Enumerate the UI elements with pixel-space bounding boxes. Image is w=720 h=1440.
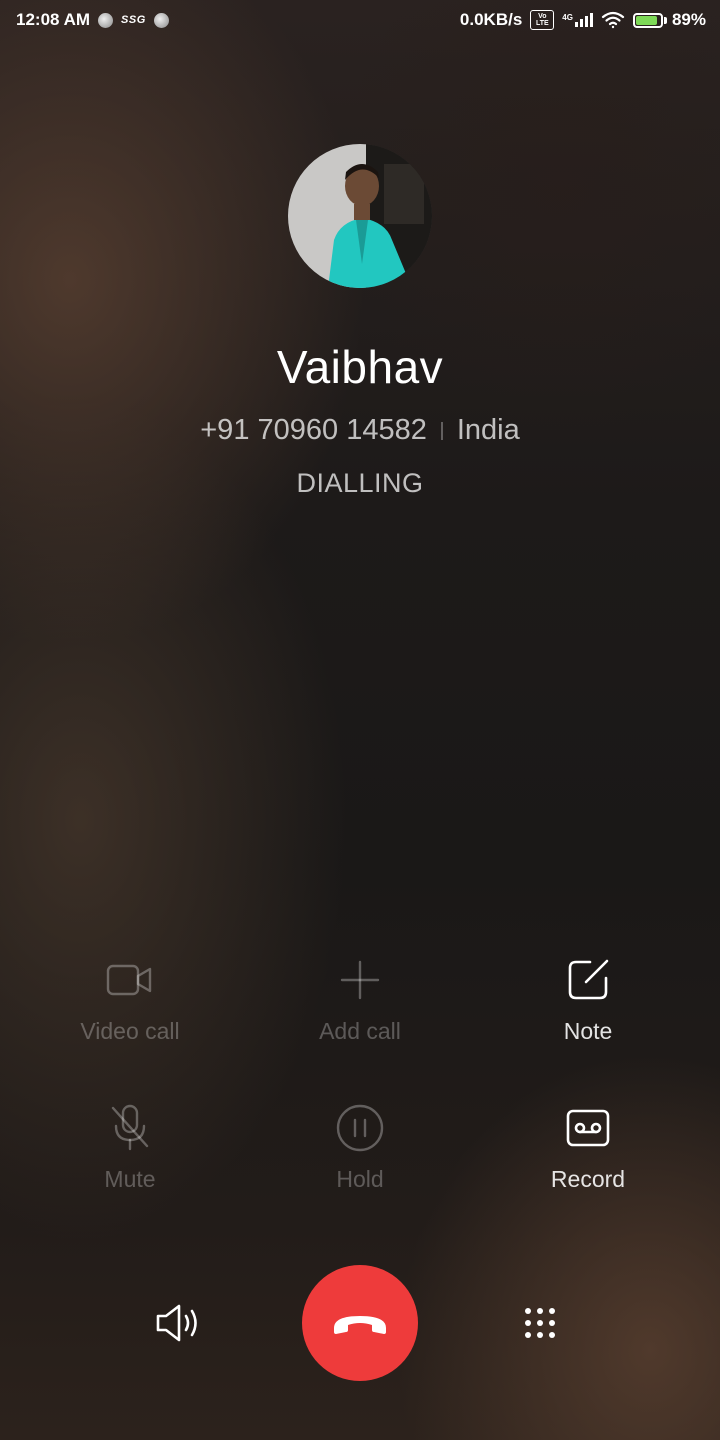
microphone-off-icon: [102, 1100, 158, 1156]
note-button[interactable]: Note: [488, 952, 688, 1045]
battery-percent: 89%: [671, 10, 706, 29]
mute-button[interactable]: Mute: [30, 1100, 230, 1193]
dialpad-icon: [522, 1305, 558, 1341]
caller-name: Vaibhav: [276, 341, 444, 393]
add-call-button[interactable]: Add call: [260, 952, 460, 1045]
battery-icon: [632, 12, 663, 28]
carrier-tag: SSG: [121, 14, 146, 26]
video-call-button[interactable]: Video call: [30, 952, 230, 1045]
mute-label: Mute: [104, 1166, 156, 1192]
record-button[interactable]: Record: [488, 1100, 688, 1193]
net-speed: 0.0KB/s: [459, 10, 523, 29]
status-bar: 12:08 AM SSG 0.0KB/s Vo LTE 4G 89%: [0, 0, 720, 40]
add-call-label: Add call: [319, 1018, 401, 1044]
tape-record-icon: [560, 1100, 616, 1156]
keypad-button[interactable]: [510, 1293, 570, 1353]
avatar-photo: [288, 144, 432, 288]
call-status: DIALLING: [296, 468, 424, 498]
hold-label: Hold: [336, 1166, 384, 1192]
notification-icon-2: [153, 12, 169, 28]
meta-divider: [440, 421, 443, 440]
status-right: 0.0KB/s Vo LTE 4G 89%: [460, 10, 706, 30]
caller-location: India: [456, 414, 520, 446]
end-call-button[interactable]: [302, 1265, 418, 1381]
battery-fill: [635, 15, 658, 25]
signal-icon: 4G: [562, 13, 593, 27]
status-left: 12:08 AM SSG: [16, 10, 169, 30]
hang-up-icon: [330, 1308, 390, 1338]
video-call-label: Video call: [80, 1018, 180, 1044]
signal-tag: 4G: [562, 13, 573, 22]
record-label: Record: [550, 1166, 626, 1192]
contact-avatar: [288, 144, 432, 288]
video-camera-icon: [102, 952, 158, 1008]
notification-icon: [98, 12, 114, 28]
speaker-button[interactable]: [150, 1293, 210, 1353]
battery-indicator: 89%: [632, 10, 706, 30]
speaker-icon: [155, 1303, 205, 1343]
plus-icon: [332, 952, 388, 1008]
caller-meta: +91 70960 14582 India: [0, 414, 720, 447]
note-label: Note: [563, 1018, 613, 1044]
volte-icon: Vo LTE: [530, 10, 555, 30]
note-edit-icon: [560, 952, 616, 1008]
status-time: 12:08 AM: [16, 10, 91, 29]
wifi-icon: [601, 11, 625, 29]
pause-circle-icon: [332, 1100, 388, 1156]
caller-number: +91 70960 14582: [200, 414, 427, 446]
hold-button[interactable]: Hold: [260, 1100, 460, 1193]
